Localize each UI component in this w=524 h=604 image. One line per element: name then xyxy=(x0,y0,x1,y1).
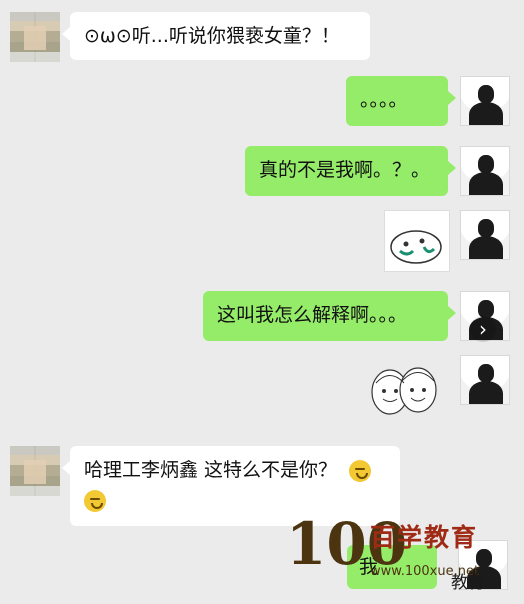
user-avatar[interactable] xyxy=(460,355,510,405)
user-avatar[interactable] xyxy=(460,210,510,260)
message-text: 哈理工李炳鑫 这特么不是你？ xyxy=(84,459,338,481)
user-avatar[interactable] xyxy=(460,76,510,126)
laugh-cry-icon xyxy=(349,459,372,482)
sticker-image[interactable] xyxy=(360,356,448,436)
sticker-icon xyxy=(390,230,442,264)
incoming-message: ⊙ω⊙听...听说你猥亵女童？！ xyxy=(62,12,370,60)
contact-avatar[interactable] xyxy=(10,446,60,496)
outgoing-message: 这叫我怎么解释啊。。。 xyxy=(203,291,456,341)
user-avatar[interactable] xyxy=(458,540,508,590)
laugh-cry-icon xyxy=(84,489,106,512)
message-text: ⊙ω⊙听...听说你猥亵女童？！ xyxy=(84,25,340,47)
sticker-image[interactable] xyxy=(384,210,450,272)
outgoing-message: 。。。。 xyxy=(346,76,456,126)
message-text: 这叫我怎么解释啊。。。 xyxy=(217,304,408,326)
outgoing-message: 真的不是我啊。？。 xyxy=(245,146,456,196)
contact-avatar[interactable] xyxy=(10,12,60,62)
incoming-message: 哈理工李炳鑫 这特么不是你？ xyxy=(62,446,400,526)
message-text: 。。。。 xyxy=(360,89,408,111)
user-avatar[interactable] xyxy=(460,146,510,196)
chevron-right-icon[interactable]: › xyxy=(470,316,496,342)
message-text: 我 xyxy=(359,556,379,578)
sticker-icon xyxy=(371,367,437,415)
message-text: 真的不是我啊。？。 xyxy=(259,159,431,181)
